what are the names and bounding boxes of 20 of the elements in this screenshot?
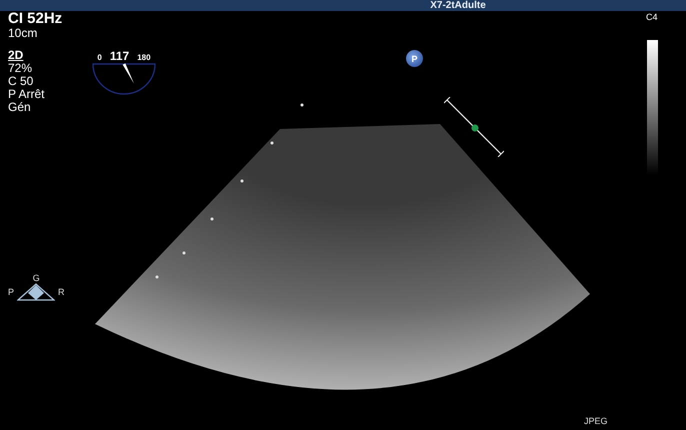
map-label: C4 — [646, 12, 658, 22]
depth-label: 10cm — [8, 27, 38, 40]
mode-setting: P Arrêt — [8, 88, 44, 101]
orientation-top: G — [32, 273, 40, 283]
angle-min: 0 — [97, 53, 102, 62]
mode-setting: Gén — [8, 101, 31, 114]
angle-value: 117 — [110, 49, 130, 63]
angle-max: 180 — [137, 53, 151, 62]
probe-label: X7-2tAdulte — [430, 0, 486, 11]
orientation-icon — [17, 283, 56, 301]
angle-dial-icon — [92, 63, 156, 95]
orientation-right: R — [58, 287, 65, 297]
orientation-left: P — [8, 287, 14, 297]
mode-title: 2D — [8, 49, 24, 62]
caliper-drawing — [444, 97, 504, 157]
probe-marker: P — [406, 50, 423, 67]
format-label: JPEG — [584, 416, 608, 426]
frequency-label: CI 52Hz — [8, 11, 62, 27]
mode-setting: 72% — [8, 62, 32, 75]
mode-setting: C 50 — [8, 75, 34, 88]
